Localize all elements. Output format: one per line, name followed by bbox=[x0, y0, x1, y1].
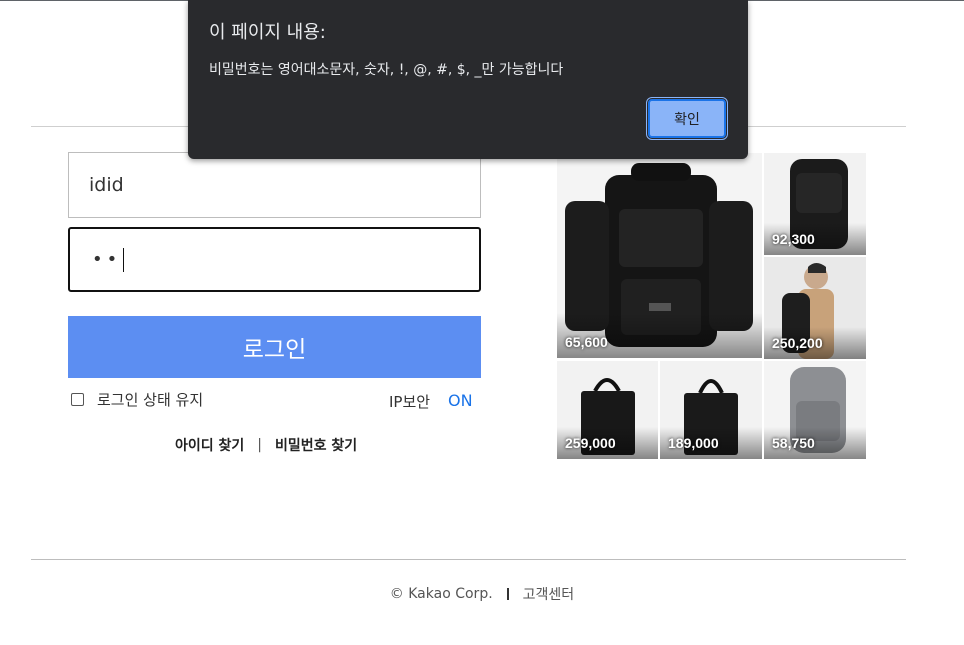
black-tote-ad[interactable]: 259,000 bbox=[557, 361, 658, 459]
ad-price: 250,200 bbox=[772, 335, 823, 351]
footer: © Kakao Corp. 고객센터 bbox=[0, 584, 964, 604]
keep-login-label: 로그인 상태 유지 bbox=[97, 391, 204, 409]
find-id-link[interactable]: 아이디 찾기 bbox=[175, 435, 244, 455]
password-input[interactable]: •• bbox=[68, 227, 481, 292]
id-input[interactable]: idid bbox=[68, 152, 481, 218]
alert-dialog: 이 페이지 내용: 비밀번호는 영어대소문자, 숫자, !, @, #, $, … bbox=[188, 0, 748, 159]
copyright-text: © Kakao Corp. bbox=[389, 586, 493, 602]
ok-button[interactable]: 확인 bbox=[646, 97, 728, 140]
password-mask: •• bbox=[92, 249, 122, 270]
black-backpack-ad[interactable]: 92,300 bbox=[764, 153, 866, 255]
login-button[interactable]: 로그인 bbox=[68, 316, 481, 378]
gray-backpack-ad[interactable]: 58,750 bbox=[764, 361, 866, 459]
keep-login-checkbox[interactable] bbox=[71, 393, 84, 406]
find-password-link[interactable]: 비밀번호 찾기 bbox=[275, 435, 357, 455]
tactical-backpack-ad[interactable]: 65,600 bbox=[557, 153, 762, 358]
text-caret bbox=[123, 247, 125, 272]
keep-login-option[interactable]: 로그인 상태 유지 bbox=[71, 389, 203, 410]
ip-security-toggle[interactable]: ON bbox=[448, 391, 473, 410]
ad-price: 189,000 bbox=[668, 435, 719, 451]
ip-security-label: IP보안 bbox=[389, 393, 431, 411]
link-separator: | bbox=[257, 437, 262, 453]
find-links: 아이디 찾기 | 비밀번호 찾기 bbox=[175, 435, 357, 455]
dialog-message: 비밀번호는 영어대소문자, 숫자, !, @, #, $, _만 가능합니다 bbox=[209, 62, 564, 78]
model-backpack-ad[interactable]: 250,200 bbox=[764, 257, 866, 359]
footer-separator bbox=[506, 588, 509, 600]
black-tote-2-ad[interactable]: 189,000 bbox=[660, 361, 762, 459]
ad-price: 259,000 bbox=[565, 435, 616, 451]
customer-center-link[interactable]: 고객센터 bbox=[523, 584, 575, 604]
ad-price: 92,300 bbox=[772, 231, 815, 247]
ad-price: 65,600 bbox=[565, 334, 608, 350]
footer-divider bbox=[31, 559, 906, 560]
dialog-title: 이 페이지 내용: bbox=[209, 22, 326, 43]
tactical-backpack-image bbox=[557, 153, 762, 358]
ad-price: 58,750 bbox=[772, 435, 815, 451]
